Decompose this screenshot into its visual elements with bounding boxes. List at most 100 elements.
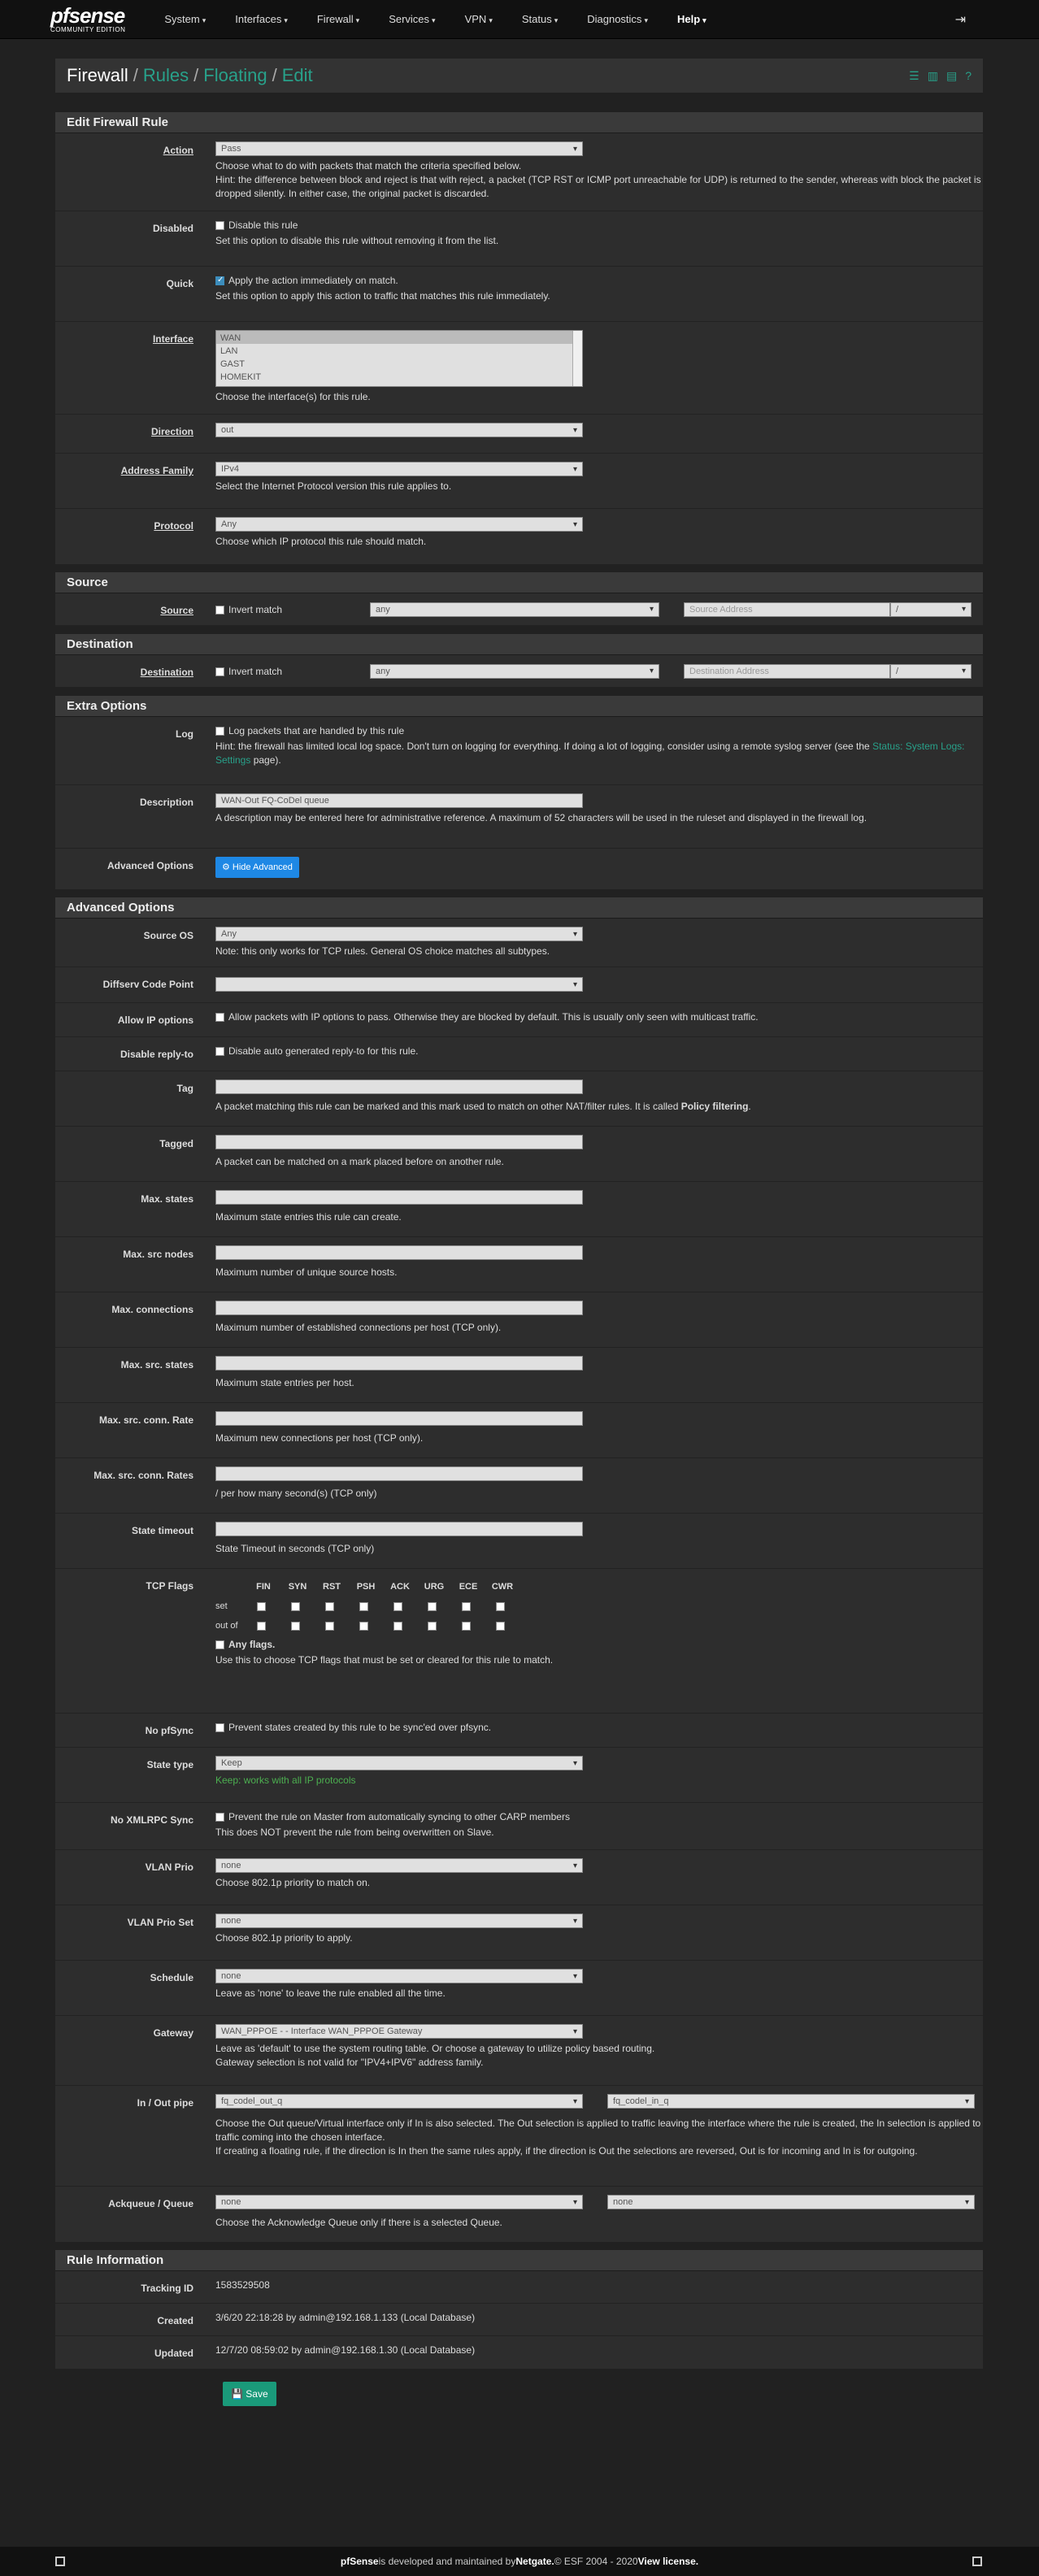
flag-outof-syn-checkbox[interactable] xyxy=(291,1621,300,1631)
crumb-edit[interactable]: Edit xyxy=(282,65,313,86)
action-select[interactable]: Pass xyxy=(215,141,583,156)
listbox-option[interactable]: WAN xyxy=(216,331,582,344)
destination-mask-select[interactable]: / xyxy=(890,663,972,679)
source-mask-select[interactable]: / xyxy=(890,602,972,617)
destination-type-select[interactable]: any xyxy=(370,663,659,679)
sign-out-icon[interactable]: ⇥ xyxy=(955,11,989,28)
flag-set-ece-checkbox[interactable] xyxy=(462,1601,471,1611)
flag-set-cwr-checkbox[interactable] xyxy=(496,1601,505,1611)
no-xmlrpc-checkbox[interactable] xyxy=(215,1813,224,1822)
help-text: Keep: works with all IP protocols xyxy=(215,1775,356,1786)
listbox-option[interactable]: GAST xyxy=(216,357,582,370)
flag-outof-ece-checkbox[interactable] xyxy=(462,1621,471,1631)
tagged-input[interactable] xyxy=(215,1135,583,1149)
flag-outof-cwr-checkbox[interactable] xyxy=(496,1621,505,1631)
chart-icon[interactable]: ▥ xyxy=(928,69,938,83)
flag-set-syn-checkbox[interactable] xyxy=(291,1601,300,1611)
protocol-select[interactable]: Any xyxy=(215,517,583,532)
schedule-label: Schedule xyxy=(150,1972,193,1983)
netgate-link[interactable]: Netgate. xyxy=(515,2556,554,2567)
flag-outof-ack-checkbox[interactable] xyxy=(393,1621,402,1631)
menu-status[interactable]: Status ▾ xyxy=(507,13,572,25)
hide-advanced-button[interactable]: ⚙ Hide Advanced xyxy=(215,857,299,878)
log-checkbox[interactable] xyxy=(215,727,224,736)
menu-help[interactable]: Help ▾ xyxy=(663,13,721,25)
checkbox-label: Disable this rule xyxy=(228,219,298,231)
out-pipe-select[interactable]: fq_codel_out_q xyxy=(215,2094,583,2109)
max-states-input[interactable] xyxy=(215,1190,583,1205)
flag-outof-fin-checkbox[interactable] xyxy=(257,1621,266,1631)
flag-set-rst-checkbox[interactable] xyxy=(325,1601,334,1611)
destination-address-input[interactable]: Destination Address xyxy=(684,663,890,679)
row-no-xmlrpc: No XMLRPC Sync Prevent the rule on Maste… xyxy=(55,1803,983,1850)
table-icon[interactable]: ▤ xyxy=(946,69,957,83)
menu-system[interactable]: System ▾ xyxy=(150,13,220,25)
menu-vpn[interactable]: VPN ▾ xyxy=(450,13,507,25)
footer-right-icon[interactable] xyxy=(972,2556,982,2566)
flag-outof-psh-checkbox[interactable] xyxy=(359,1621,368,1631)
source-invert-checkbox[interactable] xyxy=(215,605,224,615)
description-input[interactable]: WAN-Out FQ-CoDel queue xyxy=(215,793,583,808)
source-address-input[interactable]: Source Address xyxy=(684,602,890,617)
no-pfsync-checkbox[interactable] xyxy=(215,1723,224,1733)
pipe-label: In / Out pipe xyxy=(137,2097,193,2109)
disabled-checkbox[interactable] xyxy=(215,221,224,231)
in-pipe-select[interactable]: fq_codel_in_q xyxy=(607,2094,975,2109)
help-text: Choose the Out queue/Virtual interface o… xyxy=(215,2118,981,2143)
listbox-scrollbar[interactable] xyxy=(572,331,582,386)
menu-firewall[interactable]: Firewall ▾ xyxy=(302,13,374,25)
menu-services[interactable]: Services ▾ xyxy=(374,13,450,25)
menu-interfaces[interactable]: Interfaces ▾ xyxy=(220,13,302,25)
vlan-prio-select[interactable]: none xyxy=(215,1858,583,1873)
pfsense-logo[interactable]: pfsense COMMUNITY EDITION xyxy=(50,5,125,33)
ack-queue-select[interactable]: none xyxy=(215,2195,583,2209)
family-select[interactable]: IPv4 xyxy=(215,462,583,476)
footer-left-icon[interactable] xyxy=(55,2556,65,2566)
help-text: Hint: the difference between block and r… xyxy=(215,174,981,199)
listbox-option[interactable]: HOMEKIT xyxy=(216,370,582,383)
max-src-conn-rates-label: Max. src. conn. Rates xyxy=(93,1470,193,1481)
max-src-nodes-input[interactable] xyxy=(215,1245,583,1260)
flag-set-psh-checkbox[interactable] xyxy=(359,1601,368,1611)
brand-edition: COMMUNITY EDITION xyxy=(50,26,126,33)
state-timeout-input[interactable] xyxy=(215,1522,583,1536)
quick-checkbox[interactable] xyxy=(215,276,224,286)
max-src-conn-rate-input[interactable] xyxy=(215,1411,583,1426)
sliders-icon[interactable]: ☰ xyxy=(909,69,919,83)
save-button[interactable]: 💾 Save xyxy=(223,2382,276,2406)
source-type-select[interactable]: any xyxy=(370,602,659,617)
listbox-option[interactable]: LAN xyxy=(216,344,582,357)
destination-invert-checkbox[interactable] xyxy=(215,667,224,676)
flag-outof-rst-checkbox[interactable] xyxy=(325,1621,334,1631)
disable-reply-checkbox[interactable] xyxy=(215,1047,224,1057)
crumb-rules[interactable]: Rules xyxy=(143,65,189,86)
diffserv-select[interactable] xyxy=(215,977,583,992)
select-value: none xyxy=(221,1861,241,1870)
crumb-floating[interactable]: Floating xyxy=(203,65,267,86)
license-link[interactable]: View license. xyxy=(638,2556,699,2567)
flag-set-fin-checkbox[interactable] xyxy=(257,1601,266,1611)
allow-ip-checkbox[interactable] xyxy=(215,1013,224,1023)
help-icon[interactable]: ? xyxy=(965,69,972,83)
tag-input[interactable] xyxy=(215,1079,583,1094)
flag-set-urg-checkbox[interactable] xyxy=(428,1601,437,1611)
max-src-conn-rates-input[interactable] xyxy=(215,1466,583,1481)
source-os-select[interactable]: Any xyxy=(215,927,583,941)
footer-text: © ESF 2004 - 2020 xyxy=(554,2556,638,2567)
flag-set-ack-checkbox[interactable] xyxy=(393,1601,402,1611)
vlan-prio-set-select[interactable]: none xyxy=(215,1914,583,1928)
state-type-select[interactable]: Keep xyxy=(215,1756,583,1770)
footer: pfSense is developed and maintained by N… xyxy=(0,2547,1039,2576)
help-part: . xyxy=(748,1101,751,1112)
schedule-select[interactable]: none xyxy=(215,1969,583,1983)
flag-outof-urg-checkbox[interactable] xyxy=(428,1621,437,1631)
direction-select[interactable]: out xyxy=(215,423,583,437)
interface-listbox[interactable]: WAN LAN GAST HOMEKIT xyxy=(215,330,583,387)
max-connections-input[interactable] xyxy=(215,1301,583,1315)
queue-select[interactable]: none xyxy=(607,2195,975,2209)
menu-diagnostics[interactable]: Diagnostics ▾ xyxy=(572,13,663,25)
max-src-states-input[interactable] xyxy=(215,1356,583,1371)
row-tcp-flags: TCP Flags FIN SYN RST PSH ACK URG ECE CW… xyxy=(55,1569,983,1714)
gateway-select[interactable]: WAN_PPPOE - - Interface WAN_PPPOE Gatewa… xyxy=(215,2024,583,2039)
any-flags-checkbox[interactable] xyxy=(215,1640,224,1650)
